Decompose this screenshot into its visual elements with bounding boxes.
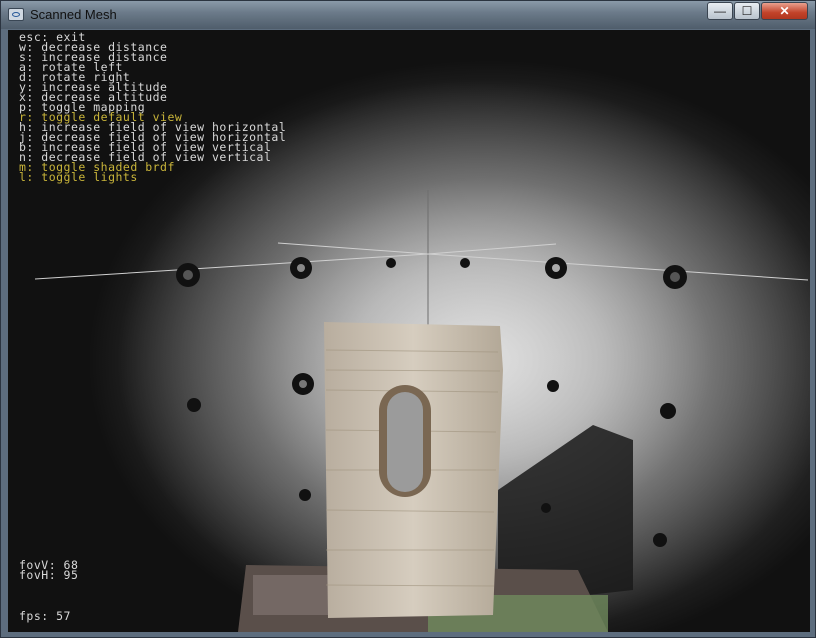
minimize-button[interactable]: — [707,2,733,20]
render-viewport[interactable]: esc: exit w: decrease distance s: increase… [8,30,810,632]
fps-readout: fps: 57 [19,609,71,623]
window-title: Scanned Mesh [30,7,117,22]
maximize-button[interactable]: ☐ [734,2,760,20]
keyboard-help-overlay: esc: exit w: decrease distance s: increase… [19,31,286,183]
app-window: Scanned Mesh — ☐ ✕ esc: exit w: decrease… [0,0,816,638]
title-bar[interactable]: Scanned Mesh — ☐ ✕ [1,1,815,29]
app-icon[interactable] [8,8,24,21]
close-button[interactable]: ✕ [761,2,808,20]
fov-horizontal-readout: fovH: 95 [19,568,79,582]
